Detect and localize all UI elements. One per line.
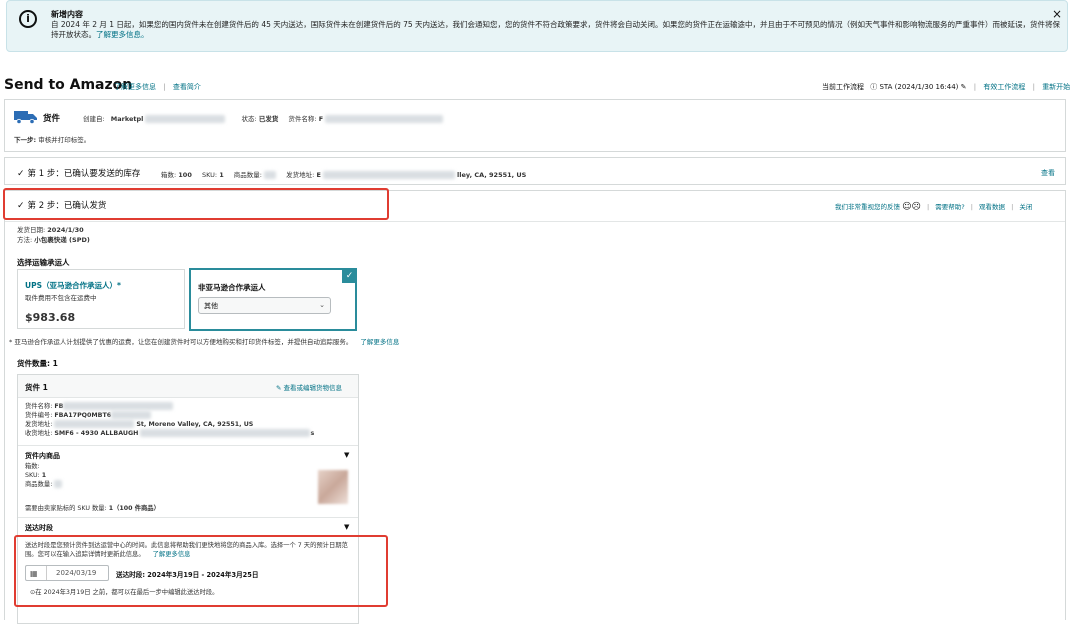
non-partner-carrier-card[interactable]: ✓ 非亚马逊合作承运人 其他 ⌄: [189, 268, 357, 331]
delivery-window-title: 送达时段: [25, 524, 53, 532]
view-data-link[interactable]: 观看数据: [979, 203, 1005, 211]
product-thumbnail: [318, 470, 348, 504]
divider: [5, 221, 1065, 222]
separator: |: [1032, 83, 1035, 91]
ups-price: $983.68: [25, 311, 76, 324]
edit-icon[interactable]: ✎: [961, 83, 967, 91]
shipment-label: 货件: [43, 114, 61, 124]
step-1-title: ✓ 第 1 步：已确认要发送的库存: [17, 169, 141, 179]
divider: [18, 397, 358, 398]
redacted: [111, 411, 152, 419]
ship-info: 发货日期: 2024/1/30 方法: 小包裹快递 (SPD): [17, 226, 90, 244]
banner-text: 自 2024 年 2 月 1 日起，如果您的国内货件未在创建货件后的 45 天内…: [51, 20, 1061, 39]
redacted: [264, 171, 277, 179]
redacted: [54, 420, 135, 428]
step-1-panel: ✓ 第 1 步：已确认要发送的库存 箱数: 100 SKU: 1 商品数量: 发货…: [4, 157, 1066, 185]
redacted: [140, 429, 311, 437]
announcement-banner: i 新增内容 自 2024 年 2 月 1 日起，如果您的国内货件未在创建货件后…: [6, 0, 1068, 52]
shipment-meta: 创建自: Marketpl 状态: 已发货 货件名称: F: [83, 113, 444, 123]
view-intro-link[interactable]: 查看简介: [173, 83, 201, 91]
edit-shipment-link[interactable]: ✎ 查看或编辑货物信息: [276, 382, 342, 392]
workflow-value: STA (2024/1/30 16:44): [879, 83, 959, 91]
pencil-icon: ✎: [276, 384, 282, 392]
step-1-meta: 箱数: 100 SKU: 1 商品数量: 发货地址: E lley, CA, 9…: [161, 171, 527, 179]
page-title: Send to Amazon: [4, 77, 133, 93]
close-icon[interactable]: ×: [1052, 7, 1062, 21]
contents-title: 货件内商品: [25, 452, 60, 460]
shipment-count: 货件数量: 1: [17, 359, 58, 368]
next-step: 下一步: 审核并打印标签。: [14, 136, 91, 144]
separator: |: [973, 83, 977, 91]
close-link[interactable]: 关闭: [1019, 203, 1032, 211]
delivery-window-desc: 送达时段是您预计货件到达运营中心的时间。此信息将帮助我们更快地将您的商品入库。选…: [25, 542, 348, 558]
step-2-actions: 我们非常重视您的反馈 ☺☹ | 需要帮助? | 观看数据 | 关闭: [835, 202, 1033, 212]
redacted: [145, 115, 226, 123]
help-link[interactable]: 需要帮助?: [935, 203, 964, 211]
check-icon: ✓: [17, 201, 25, 211]
status-value: 已发货: [258, 115, 279, 123]
shipment-1-title: 货件 1: [25, 383, 48, 392]
redacted: [322, 171, 455, 179]
selected-check-icon: ✓: [342, 269, 357, 283]
divider: [46, 566, 47, 580]
carrier-learn-more-link[interactable]: 了解更多信息: [360, 338, 399, 346]
workflow-bar: 当前工作流程 ⓘ STA (2024/1/30 16:44) ✎ | 有效工作流…: [822, 82, 1070, 92]
contents-details: 箱数: SKU: 1 商品数量:: [25, 462, 63, 489]
info-icon: ⓘ: [870, 83, 878, 91]
created-from-value: Marketpl: [110, 115, 144, 123]
calendar-icon[interactable]: ▦: [30, 569, 38, 578]
truck-icon: [14, 111, 37, 124]
banner-learn-more-link[interactable]: 了解更多信息。: [96, 30, 149, 39]
divider: [18, 517, 358, 518]
collapse-caret-icon[interactable]: ▼: [344, 523, 349, 531]
info-icon: i: [19, 10, 37, 28]
step-1-view-link[interactable]: 查看: [1041, 168, 1055, 178]
feedback-link[interactable]: 我们非常重视您的反馈: [835, 203, 900, 211]
delivery-window-hint: ⊙在 2024年3月19日 之前，都可以在最后一步中编辑此送达时段。: [30, 589, 219, 596]
carrier-select[interactable]: 其他 ⌄: [198, 297, 331, 314]
banner-title: 新增内容: [51, 10, 83, 19]
delivery-learn-more-link[interactable]: 了解更多信息: [153, 551, 191, 558]
shipment-1-card: 货件 1 ✎ 查看或编辑货物信息 货件名称: FB 货件编号: FBA17PQ0…: [14, 374, 388, 624]
learn-more-link[interactable]: 了解更多信息: [114, 83, 156, 91]
collapse-caret-icon[interactable]: ▼: [344, 451, 349, 459]
header-links: 了解更多信息 | 查看简介: [114, 82, 201, 92]
date-picker-input[interactable]: ▦ 2024/03/19: [25, 565, 109, 581]
check-icon: ✓: [17, 169, 25, 179]
step-2-panel: ✓ 第 2 步：已确认发货 我们非常重视您的反馈 ☺☹ | 需要帮助? | 观看数…: [3, 188, 1066, 624]
valid-workflows-link[interactable]: 有效工作流程: [983, 83, 1025, 91]
step-2-title: ✓ 第 2 步：已确认发货: [17, 201, 107, 211]
divider: [18, 445, 358, 446]
redacted: [63, 402, 174, 410]
workflow-label: 当前工作流程: [822, 83, 864, 91]
redacted: [54, 480, 63, 488]
redacted: [325, 115, 444, 123]
shipment-1-details: 货件名称: FB 货件编号: FBA17PQ0MBT6 发货地址: St, Mo…: [25, 402, 315, 437]
shipment-summary: 货件 创建自: Marketpl 状态: 已发货 货件名称: F 下一步: 审核…: [4, 99, 1066, 152]
ups-carrier-card[interactable]: UPS（亚马逊合作承运人）* 取件费用不包含在运费中 $983.68: [17, 269, 185, 329]
frown-icon[interactable]: ☹: [911, 202, 920, 212]
delivery-window-range: 送达时段: 2024年3月19日 - 2024年3月25日: [116, 571, 259, 579]
label-note: 需要由卖家贴标的 SKU 数量: 1（100 件商品）: [25, 505, 160, 512]
carrier-note: * 亚马逊合作承运人计划提供了优惠的运费，让您在创建货件时可以方便地购买和打印货…: [9, 338, 400, 346]
shipment-name-value: F: [318, 115, 324, 123]
restart-link[interactable]: 重新开始: [1042, 83, 1070, 91]
select-carrier-heading: 选择运输承运人: [17, 258, 70, 267]
separator: |: [163, 83, 166, 91]
chevron-down-icon: ⌄: [319, 301, 325, 309]
